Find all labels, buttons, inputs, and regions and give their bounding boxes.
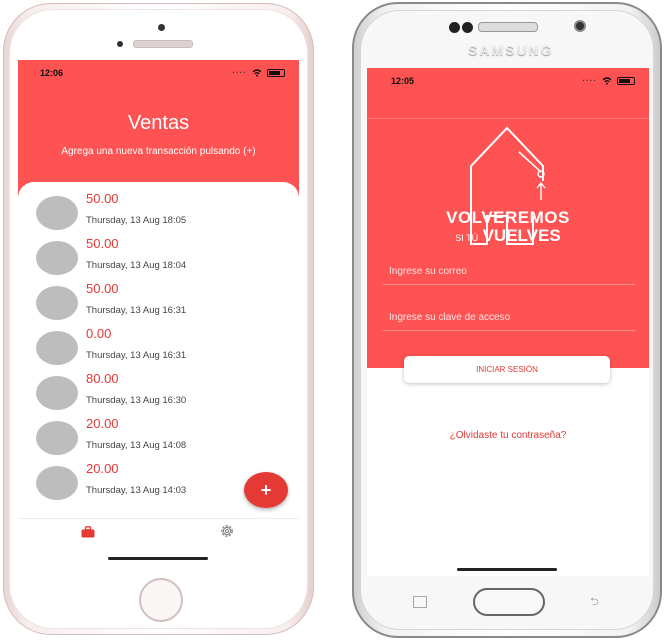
brand-logo: SAMSUNG: [468, 42, 554, 58]
logo-wordmark: VOLVEREMOS: [446, 208, 570, 227]
status-time: 12:06: [40, 68, 64, 78]
login-button[interactable]: INICIAR SESIÓN: [404, 356, 610, 383]
sensor-dot: [462, 22, 473, 33]
sale-amount: 80.00: [86, 371, 119, 386]
avatar: [36, 196, 78, 230]
list-item[interactable]: 20.00 Thursday, 13 Aug 14:03: [36, 461, 276, 505]
avatar: [36, 241, 78, 275]
battery-icon: [267, 68, 285, 77]
wifi-icon: [602, 76, 612, 85]
password-input[interactable]: [383, 304, 635, 330]
speaker-grille: [133, 40, 193, 48]
avatar: [36, 421, 78, 455]
home-button[interactable]: [473, 588, 545, 616]
login-screen: 12:05 ···· VOLVEREMOS SI TÚ VUELVES Ingr…: [367, 68, 649, 576]
sales-screen: 12:06 ···· Ventas Agrega una nueva trans…: [18, 60, 299, 565]
page-subtitle: Agrega una nueva transacción pulsando (+…: [61, 146, 256, 157]
avatar: [36, 376, 78, 410]
gear-icon: [221, 525, 233, 537]
wifi-icon: [252, 68, 262, 77]
speaker-grille: [478, 22, 538, 32]
list-item[interactable]: 50.00 Thursday, 13 Aug 16:31: [36, 281, 276, 325]
sale-date: Thursday, 13 Aug 18:04: [86, 260, 187, 271]
login-header: 12:05 ···· VOLVEREMOS SI TÚ VUELVES: [367, 68, 649, 368]
add-transaction-button[interactable]: +: [244, 472, 288, 508]
logo-tagline: SI TÚ VUELVES: [367, 226, 649, 246]
recent-apps-icon[interactable]: [413, 596, 427, 608]
avatar: [36, 466, 78, 500]
page-title: Ventas: [127, 112, 190, 134]
signal-dots-icon: ····: [232, 68, 247, 77]
status-icons: ····: [232, 68, 285, 77]
home-indicator: [457, 568, 557, 571]
back-icon[interactable]: ⮌: [590, 593, 599, 612]
sale-date: Thursday, 13 Aug 16:31: [86, 350, 187, 361]
sale-amount: 50.00: [86, 236, 119, 251]
logo-tagline-small: SI TÚ: [455, 233, 479, 243]
tab-settings[interactable]: [219, 523, 235, 544]
divider: [367, 118, 649, 119]
logo-tagline-big: VUELVES: [482, 226, 561, 245]
avatar: [36, 331, 78, 365]
list-item[interactable]: 0.00 Thursday, 13 Aug 16:31: [36, 326, 276, 370]
list-item[interactable]: 80.00 Thursday, 13 Aug 16:30: [36, 371, 276, 415]
sensor-dot: [449, 22, 460, 33]
status-bar: 12:06 ····: [18, 68, 299, 80]
email-field[interactable]: [383, 258, 635, 285]
battery-icon: [617, 76, 635, 85]
sale-date: Thursday, 13 Aug 18:05: [86, 215, 187, 226]
home-button[interactable]: [139, 578, 183, 622]
sale-amount: 50.00: [86, 281, 119, 296]
email-input[interactable]: [383, 258, 635, 284]
forgot-password-link[interactable]: ¿Olvidaste tu contraseña?: [367, 430, 649, 441]
sale-amount: 20.00: [86, 461, 119, 476]
sale-date: Thursday, 13 Aug 14:08: [86, 440, 187, 451]
list-item[interactable]: 50.00 Thursday, 13 Aug 18:05: [36, 191, 276, 235]
sale-date: Thursday, 13 Aug 16:30: [86, 395, 187, 406]
home-indicator: [108, 557, 208, 560]
status-icons: ····: [582, 76, 635, 85]
list-item[interactable]: 50.00 Thursday, 13 Aug 18:04: [36, 236, 276, 280]
sale-amount: 20.00: [86, 416, 119, 431]
password-field[interactable]: [383, 304, 635, 331]
signal-dots-icon: ····: [582, 76, 597, 85]
status-bar: 12:05 ····: [367, 76, 649, 88]
earpiece-dot: [117, 41, 123, 47]
tab-sales[interactable]: [81, 525, 95, 543]
front-camera: [574, 20, 586, 32]
sale-date: Thursday, 13 Aug 14:03: [86, 485, 187, 496]
sale-date: Thursday, 13 Aug 16:31: [86, 305, 187, 316]
sale-amount: 0.00: [86, 326, 112, 341]
sales-list: 50.00 Thursday, 13 Aug 18:05 50.00 Thurs…: [18, 182, 299, 522]
list-item[interactable]: 20.00 Thursday, 13 Aug 14:08: [36, 416, 276, 460]
avatar: [36, 286, 78, 320]
sale-amount: 50.00: [86, 191, 119, 206]
status-time: 12:05: [391, 76, 415, 86]
front-camera: [158, 24, 165, 31]
briefcase-icon: [81, 526, 95, 538]
